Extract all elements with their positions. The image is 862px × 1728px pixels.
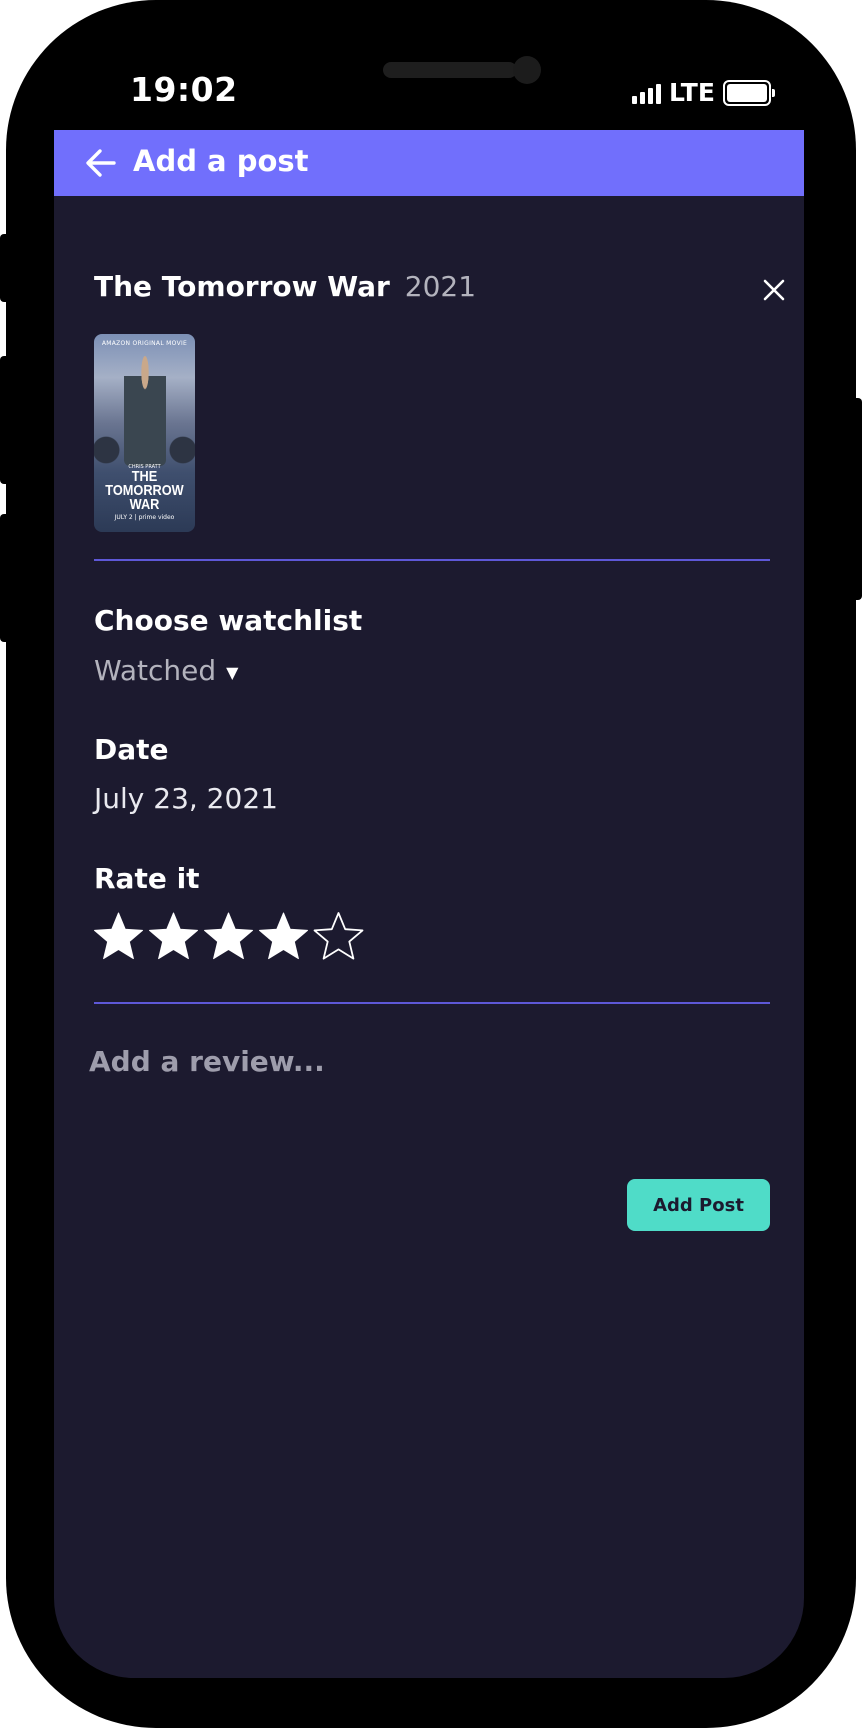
poster-footer: JULY 2 | prime video	[114, 514, 175, 521]
network-type: LTE	[669, 78, 715, 107]
star-filled-icon[interactable]	[257, 910, 310, 963]
power-button	[850, 398, 862, 600]
rating-label: Rate it	[94, 862, 200, 895]
battery-icon	[722, 79, 775, 106]
poster-tagline: AMAZON ORIGINAL MOVIE	[101, 340, 188, 347]
movie-year: 2021	[404, 270, 477, 303]
add-post-button[interactable]: Add Post	[627, 1179, 770, 1231]
app-screen: Add a post The Tomorrow War 2021 AMAZON …	[54, 130, 804, 1678]
speaker-grille	[383, 62, 517, 78]
star-filled-icon[interactable]	[202, 910, 255, 963]
star-filled-icon[interactable]	[147, 910, 200, 963]
page-title: Add a post	[133, 144, 309, 178]
watchlist-label: Choose watchlist	[94, 604, 363, 637]
status-time: 19:02	[130, 70, 238, 109]
watchlist-dropdown[interactable]: Watched ▼	[94, 654, 238, 687]
poster-title: THE TOMORROW WAR	[105, 468, 184, 513]
star-filled-icon[interactable]	[92, 910, 145, 963]
movie-poster: AMAZON ORIGINAL MOVIE CHRIS PRATT THE TO…	[94, 334, 195, 532]
date-label: Date	[94, 733, 169, 766]
star-empty-icon[interactable]	[312, 910, 365, 963]
date-value[interactable]: July 23, 2021	[94, 782, 278, 815]
close-icon[interactable]	[760, 276, 788, 304]
divider	[94, 1002, 770, 1004]
movie-heading: The Tomorrow War 2021	[94, 270, 476, 303]
movie-title: The Tomorrow War	[94, 270, 390, 303]
watchlist-selected: Watched	[94, 654, 217, 687]
silent-switch	[0, 234, 12, 302]
status-indicators: LTE	[632, 78, 775, 107]
chevron-down-icon: ▼	[226, 663, 239, 682]
signal-icon	[632, 82, 661, 104]
volume-up-button	[0, 356, 12, 484]
arrow-left-icon[interactable]	[84, 146, 118, 180]
review-input[interactable]	[89, 1045, 769, 1145]
front-camera	[513, 56, 541, 84]
divider	[94, 559, 770, 561]
volume-down-button	[0, 514, 12, 642]
star-rating[interactable]	[92, 910, 365, 963]
app-header: Add a post	[54, 130, 804, 196]
